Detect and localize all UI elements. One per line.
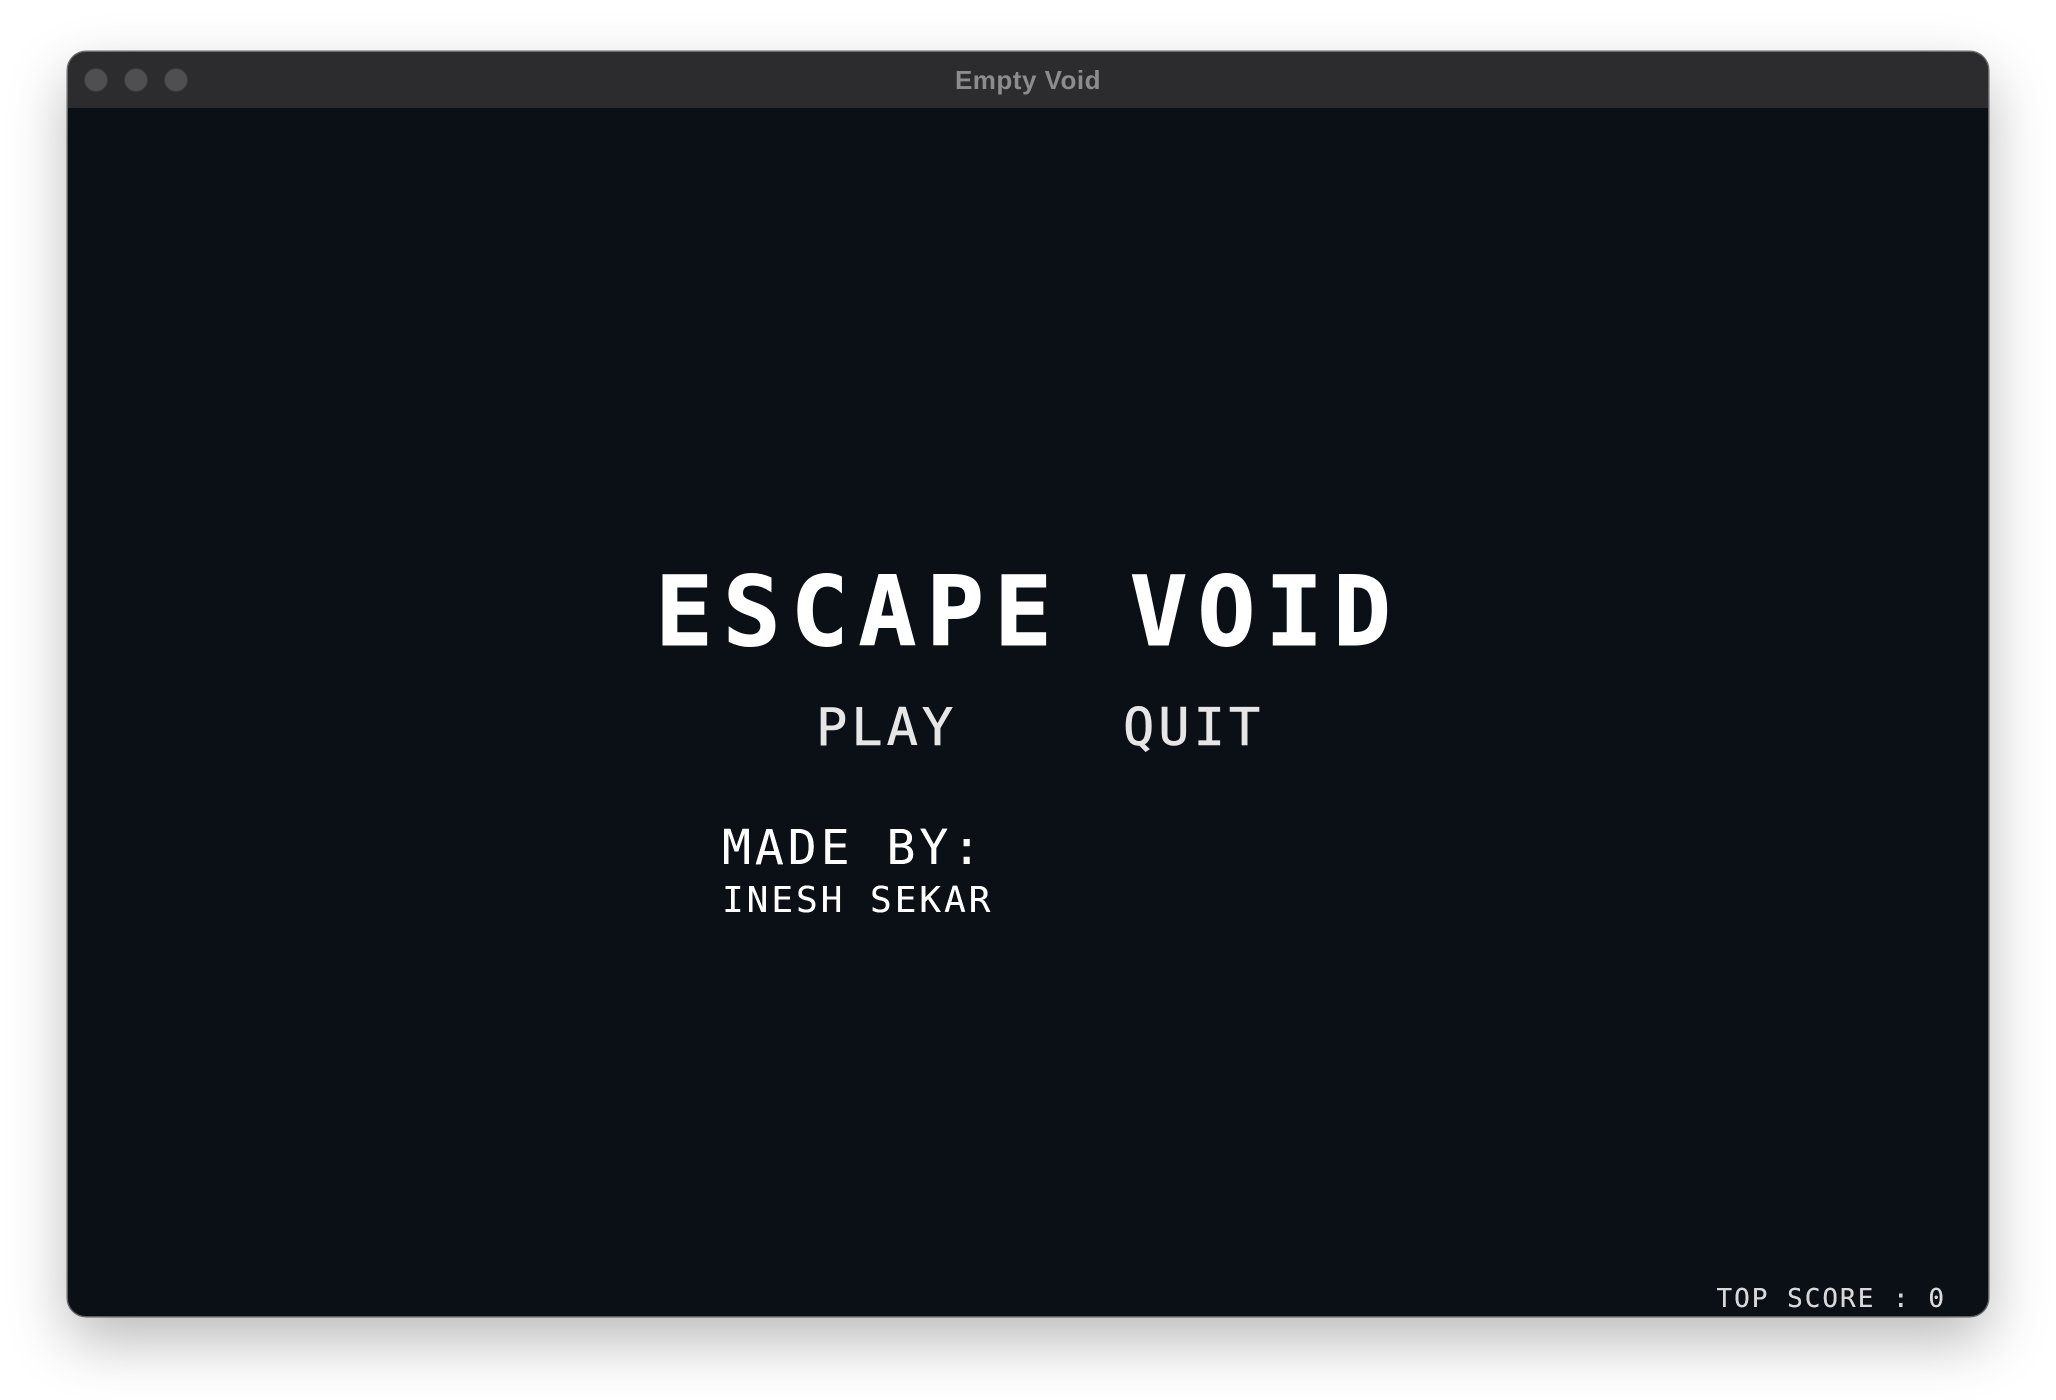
window-title: Empty Void [954,65,1102,95]
game-canvas[interactable]: ESCAPE VOID PLAY QUIT MADE BY: INESH SEK… [68,108,1988,1316]
top-score-value: 0 [1928,1284,1946,1314]
top-score-separator: : [1875,1284,1929,1314]
quit-button[interactable]: QUIT [1123,698,1264,759]
top-score-label: TOP SCORE [1716,1284,1876,1314]
title-bar[interactable]: Empty Void [68,52,1988,109]
credits-label: MADE BY: [722,820,986,876]
top-score: TOP SCORE : 0 [1716,1284,1946,1314]
game-title: ESCAPE VOID [655,556,1401,669]
game-window: Empty Void ESCAPE VOID PLAY QUIT MADE BY… [68,52,1988,1316]
play-button[interactable]: PLAY [816,698,957,759]
credits-author: INESH SEKAR [722,880,994,921]
